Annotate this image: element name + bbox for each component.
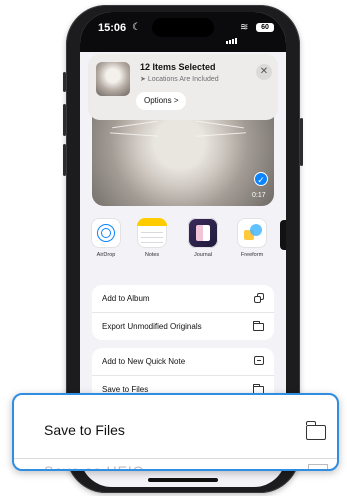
location-subtitle: ➤ Locations Are Included [140, 75, 219, 83]
home-indicator [148, 478, 218, 482]
status-time: 15:06 [98, 22, 127, 34]
volume-down-button [63, 144, 66, 176]
share-sheet-header: 12 Items Selected ➤ Locations Are Includ… [88, 54, 278, 120]
more-apps-peek[interactable] [280, 220, 286, 250]
callout-divider [14, 458, 337, 459]
action-add-to-album[interactable]: Add to Album [92, 285, 274, 313]
notes-icon [137, 218, 167, 248]
folder-icon [305, 421, 326, 440]
dynamic-island [152, 18, 214, 37]
whisker [196, 132, 246, 137]
action-label: Export Unmodified Originals [102, 322, 202, 331]
action-add-to-new-quick-note[interactable]: Add to New Quick Note [92, 348, 274, 376]
save-to-files-callout[interactable]: Save to Files Save as HEIC [12, 393, 339, 471]
status-bar: 15:06 ☾ ≋ 60 [80, 12, 286, 52]
location-subtitle-text: Locations Are Included [147, 76, 219, 83]
selected-checkmark-icon[interactable]: ✓ [254, 172, 268, 186]
battery-indicator: 60 [256, 23, 274, 32]
volume-up-button [63, 104, 66, 136]
journal-icon [188, 218, 218, 248]
callout-label: Save to Files [44, 422, 125, 438]
album-icon [254, 293, 264, 303]
freeform-icon [237, 218, 267, 248]
chevron-right-icon: > [173, 96, 179, 105]
action-export-unmodified-originals[interactable]: Export Unmodified Originals [92, 313, 274, 340]
wifi-icon: ≋ [240, 22, 249, 33]
share-apps-row: AirDrop Notes Journal Freeform [80, 208, 286, 278]
share-app-journal[interactable]: Journal [183, 218, 223, 258]
callout-next-icon [308, 464, 328, 469]
whisker [110, 132, 158, 137]
action-label: Add to New Quick Note [102, 357, 186, 366]
airdrop-icon [91, 218, 121, 248]
share-app-label: AirDrop [96, 252, 116, 258]
video-duration: 0:17 [252, 192, 266, 199]
close-icon[interactable]: ✕ [256, 64, 272, 80]
share-app-notes[interactable]: Notes [132, 218, 172, 258]
callout-next-label: Save as HEIC [44, 463, 144, 471]
whisker [112, 120, 158, 129]
selection-title: 12 Items Selected [140, 62, 216, 72]
actions-group-1: Add to Album Export Unmodified Originals [92, 285, 274, 340]
share-app-label: Notes [144, 252, 160, 258]
options-label: Options [144, 96, 172, 105]
selection-thumbnail [96, 62, 130, 96]
whisker [196, 120, 244, 129]
share-app-freeform[interactable]: Freeform [232, 218, 272, 258]
location-arrow-icon: ➤ [140, 76, 148, 83]
share-app-label: Journal [193, 252, 213, 258]
action-label: Add to Album [102, 294, 150, 303]
share-app-airdrop[interactable]: AirDrop [86, 218, 126, 258]
focus-moon-icon: ☾ [132, 22, 141, 33]
action-button [63, 72, 66, 92]
quick-note-icon [254, 356, 264, 365]
cellular-signal-icon [226, 26, 238, 44]
share-app-label: Freeform [240, 252, 264, 258]
power-button [300, 118, 303, 166]
folder-icon [253, 321, 264, 331]
options-button[interactable]: Options > [136, 92, 187, 110]
